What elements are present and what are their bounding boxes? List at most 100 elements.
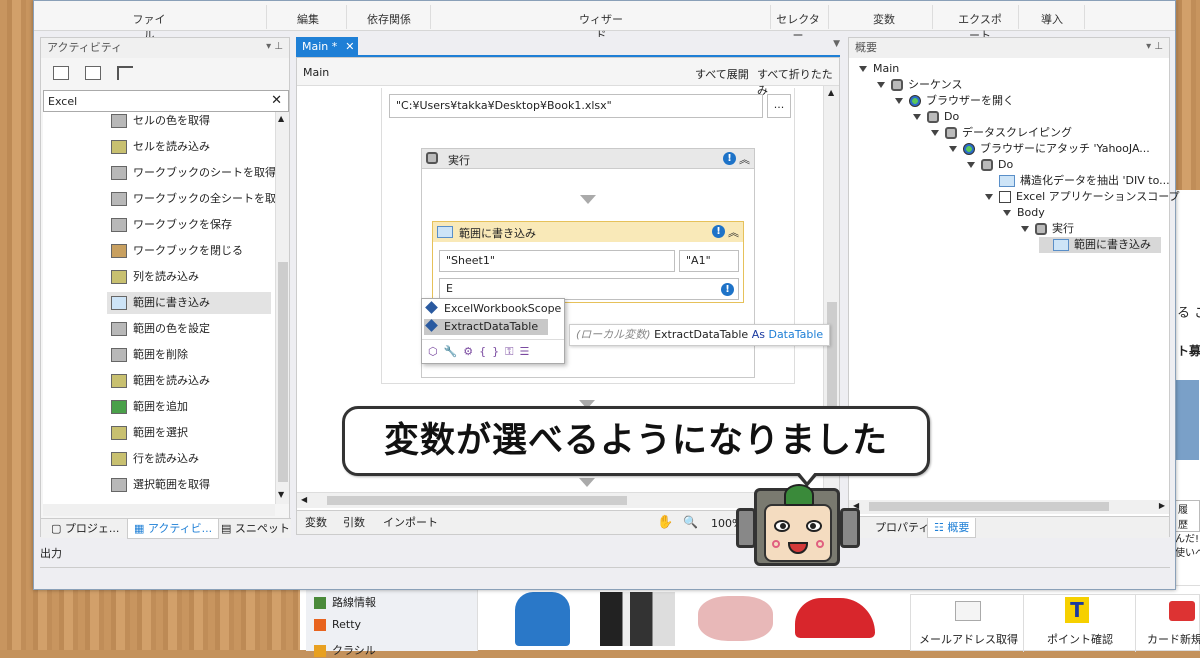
activity-item[interactable]: セルの色を取得 bbox=[107, 112, 271, 132]
expand-arrow-icon[interactable] bbox=[1003, 210, 1011, 216]
start-cell-input[interactable]: "A1" bbox=[679, 250, 739, 272]
activity-item[interactable]: セルを読み込み bbox=[107, 136, 271, 158]
outline-hscroll[interactable]: ◀ ▶ bbox=[849, 500, 1169, 514]
tab-activities[interactable]: ▦ アクティビ... bbox=[127, 519, 220, 539]
tab-imports[interactable]: インポート bbox=[377, 513, 444, 533]
outline-node-label: Excel アプリケーションスコープ bbox=[1016, 190, 1180, 203]
activity-item[interactable]: 範囲に書き込み bbox=[107, 292, 271, 314]
activity-icon bbox=[111, 296, 127, 310]
activity-item[interactable]: ワークブックのシートを取得 bbox=[107, 162, 275, 184]
tab-outline[interactable]: ☷ 概要 bbox=[927, 518, 977, 538]
activity-item[interactable]: 範囲の色を設定 bbox=[107, 318, 271, 340]
globe-icon bbox=[909, 95, 921, 107]
bg-link-kurashiru[interactable]: クラシル bbox=[314, 642, 376, 658]
activity-scrollbar[interactable]: ▲ ▼ bbox=[275, 112, 289, 504]
hand-icon[interactable]: ✋ bbox=[657, 515, 673, 530]
write-range-info-icon[interactable]: ! bbox=[712, 225, 725, 238]
product-image-sneaker[interactable] bbox=[795, 598, 875, 638]
activity-label: ワークブックのシートを取得 bbox=[133, 166, 275, 179]
outline-node[interactable]: データスクレイピング bbox=[931, 125, 1072, 141]
output-panel-label[interactable]: 出力 bbox=[40, 545, 62, 561]
activity-icon bbox=[111, 478, 127, 492]
expand-arrow-icon[interactable] bbox=[949, 146, 957, 152]
sequence-info-icon[interactable]: ! bbox=[723, 152, 736, 165]
activity-item[interactable]: 列を読み込み bbox=[107, 266, 271, 288]
tab-properties[interactable]: プロパティ bbox=[869, 518, 935, 538]
close-tab-icon[interactable]: ✕ bbox=[345, 40, 354, 53]
activity-item[interactable]: ワークブックを保存 bbox=[107, 214, 271, 236]
outline-node-label: 範囲に書き込み bbox=[1074, 238, 1151, 251]
collapse-sequence-icon[interactable]: ︽ bbox=[739, 151, 750, 167]
ribbon-edit[interactable]: 編集 bbox=[296, 11, 320, 27]
bg-link-retty[interactable]: Retty bbox=[314, 618, 361, 631]
filter-icon[interactable] bbox=[117, 66, 133, 80]
tab-arguments[interactable]: 引数 bbox=[337, 513, 371, 533]
activity-item[interactable]: 行を読み込み bbox=[107, 448, 271, 470]
outline-node[interactable]: シーケンス bbox=[877, 77, 962, 93]
collapse-write-range-icon[interactable]: ︽ bbox=[728, 224, 739, 240]
outline-node[interactable]: ブラウザーを開く bbox=[895, 93, 1014, 109]
sheet-name-input[interactable]: "Sheet1" bbox=[439, 250, 675, 272]
product-image-warmer[interactable] bbox=[698, 596, 773, 641]
expand-arrow-icon[interactable] bbox=[931, 130, 939, 136]
activity-item[interactable]: 範囲を読み込み bbox=[107, 370, 271, 392]
expand-arrow-icon[interactable] bbox=[859, 66, 867, 72]
ribbon-variables[interactable]: 変数 bbox=[872, 11, 896, 27]
bg-link-route[interactable]: 路線情報 bbox=[314, 594, 376, 610]
tab-dropdown-icon[interactable]: ▼ bbox=[833, 39, 840, 49]
activity-item[interactable]: 範囲を選択 bbox=[107, 422, 271, 444]
outline-node[interactable]: Excel アプリケーションスコープ bbox=[985, 189, 1180, 205]
browse-button[interactable]: ... bbox=[767, 94, 791, 118]
collapse-all-icon[interactable] bbox=[85, 66, 101, 80]
product-image-jacket[interactable] bbox=[515, 592, 570, 646]
zoom-icon[interactable]: 🔍 bbox=[683, 515, 698, 529]
outline-node[interactable]: 実行 bbox=[1021, 221, 1074, 237]
expand-arrow-icon[interactable] bbox=[1021, 226, 1029, 232]
expand-arrow-icon[interactable] bbox=[877, 82, 885, 88]
autocomplete-item[interactable]: ExcelWorkbookScope bbox=[424, 301, 562, 317]
outline-node[interactable]: 範囲に書き込み bbox=[1039, 237, 1161, 253]
breadcrumb[interactable]: Main bbox=[303, 66, 329, 79]
autocomplete-item-selected[interactable]: ExtractDataTable bbox=[424, 319, 548, 335]
datatable-info-icon[interactable]: ! bbox=[721, 283, 734, 296]
clear-search-icon[interactable]: ✕ bbox=[271, 93, 282, 108]
bg-button-card[interactable]: カード新規 bbox=[1147, 631, 1200, 647]
activity-label: セルを読み込み bbox=[133, 140, 210, 153]
activity-hscroll[interactable] bbox=[43, 504, 275, 516]
outline-node[interactable]: Do bbox=[913, 109, 959, 125]
outline-node[interactable]: ブラウザーにアタッチ 'YahooJA... bbox=[949, 141, 1150, 157]
product-image-sake[interactable] bbox=[600, 592, 675, 646]
autocomplete-filter-icons[interactable]: ⬡🔧⚙{}⚿☰ bbox=[428, 345, 535, 359]
write-range-card[interactable]: 範囲に書き込み ! ︽ "Sheet1" "A1" E ! bbox=[432, 221, 744, 303]
ribbon-deploy[interactable]: 導入 bbox=[1040, 11, 1064, 27]
tab-snippets[interactable]: ▤ スニペット bbox=[215, 519, 296, 539]
expand-arrow-icon[interactable] bbox=[913, 114, 921, 120]
activity-item[interactable]: 範囲を削除 bbox=[107, 344, 271, 366]
activity-item[interactable]: 選択範囲を取得 bbox=[107, 474, 271, 496]
bg-button-point[interactable]: ポイント確認 bbox=[1047, 631, 1113, 647]
tab-project[interactable]: ▢ プロジェ... bbox=[45, 519, 125, 539]
tab-main[interactable]: Main * ✕ bbox=[296, 37, 358, 57]
activity-item[interactable]: ワークブックを閉じる bbox=[107, 240, 271, 262]
outline-node[interactable]: Do bbox=[967, 157, 1013, 173]
expand-arrow-icon[interactable] bbox=[967, 162, 975, 168]
activity-icon bbox=[111, 400, 127, 414]
outline-node[interactable]: 構造化データを抽出 'DIV to... bbox=[985, 173, 1170, 189]
workbook-path-input[interactable]: "C:¥Users¥takka¥Desktop¥Book1.xlsx" bbox=[389, 94, 763, 118]
expand-arrow-icon[interactable] bbox=[985, 194, 993, 200]
tab-variables[interactable]: 変数 bbox=[299, 513, 333, 533]
expand-all-icon[interactable] bbox=[53, 66, 69, 80]
ribbon-dependencies[interactable]: 依存関係 bbox=[364, 11, 414, 27]
outline-pin-icon[interactable]: ▾ ⊥ bbox=[1146, 41, 1163, 52]
expand-arrow-icon[interactable] bbox=[895, 98, 903, 104]
expand-all-link[interactable]: すべて展開 bbox=[695, 66, 749, 82]
activity-search-input[interactable]: Excel ✕ bbox=[43, 90, 289, 112]
bg-button-mail[interactable]: メールアドレス取得 bbox=[919, 631, 1018, 647]
outline-node[interactable]: Body bbox=[1003, 205, 1045, 221]
pin-icon[interactable]: ▾ ⊥ bbox=[266, 41, 283, 52]
outline-node[interactable]: Main bbox=[859, 61, 899, 77]
activity-item[interactable]: 範囲を追加 bbox=[107, 396, 271, 418]
outline-node-label: ブラウザーを開く bbox=[926, 94, 1014, 107]
datatable-input[interactable]: E ! bbox=[439, 278, 739, 300]
activity-item[interactable]: ワークブックの全シートを取得 bbox=[107, 188, 275, 210]
